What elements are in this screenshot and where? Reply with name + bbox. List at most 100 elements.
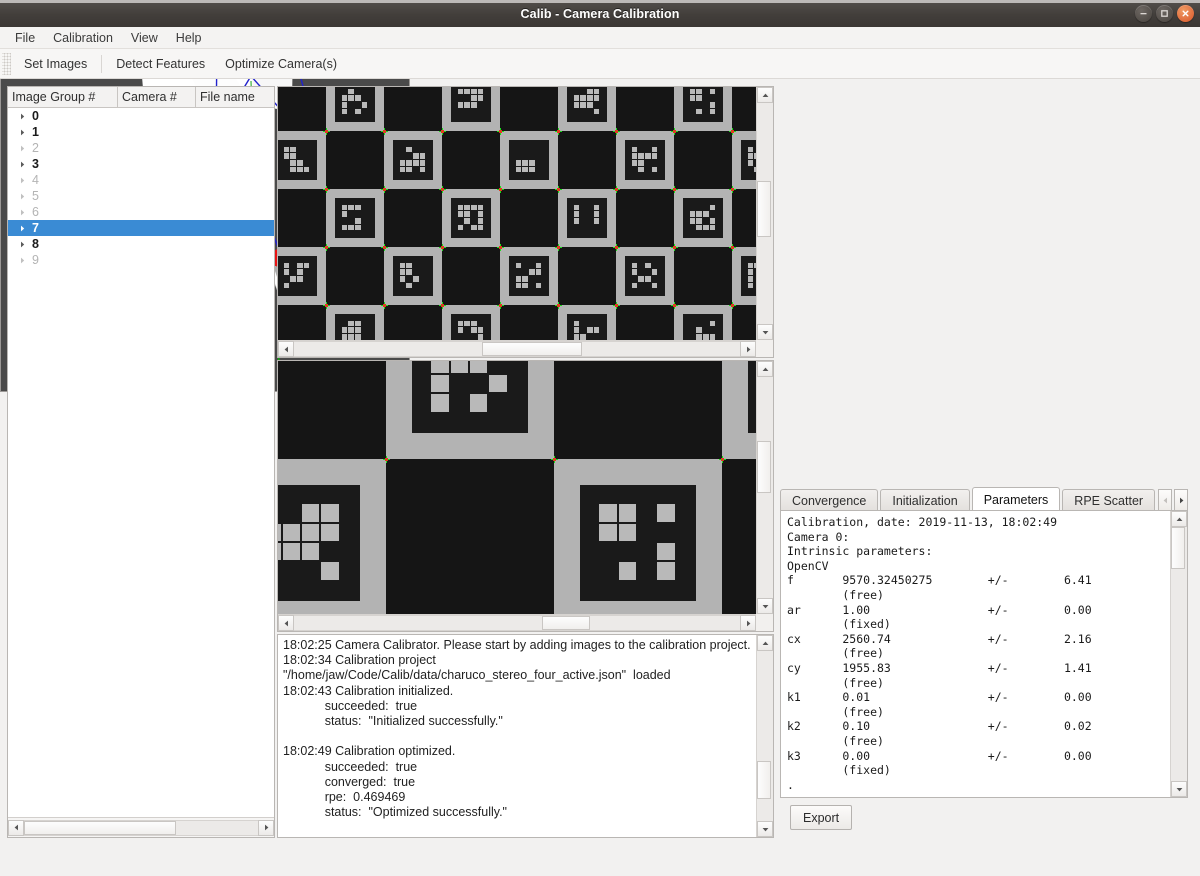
menu-bar: File Calibration View Help bbox=[0, 27, 1200, 49]
scroll-thumb[interactable] bbox=[482, 342, 582, 356]
zoom-vertical-scrollbar[interactable] bbox=[756, 361, 773, 614]
tab-scroll-right-icon[interactable] bbox=[1174, 489, 1188, 511]
menu-calibration[interactable]: Calibration bbox=[44, 29, 122, 47]
tree-header: Image Group # Camera # File name bbox=[8, 87, 274, 108]
expand-arrow-icon[interactable] bbox=[19, 225, 32, 232]
close-icon[interactable] bbox=[1177, 5, 1194, 22]
overview-vertical-scrollbar[interactable] bbox=[756, 87, 773, 340]
expand-arrow-icon[interactable] bbox=[19, 209, 32, 216]
tab-rpe-scatter[interactable]: RPE Scatter bbox=[1062, 489, 1155, 511]
maximize-icon[interactable] bbox=[1156, 5, 1173, 22]
image-view-zoom[interactable] bbox=[277, 360, 774, 632]
tab-parameters[interactable]: Parameters bbox=[972, 487, 1061, 511]
expand-arrow-icon[interactable] bbox=[19, 145, 32, 152]
menu-view[interactable]: View bbox=[122, 29, 167, 47]
expand-arrow-icon[interactable] bbox=[19, 193, 32, 200]
tree-row-7[interactable]: 7 bbox=[8, 220, 274, 236]
scroll-up-icon[interactable] bbox=[757, 87, 773, 103]
tab-scroll-left-icon[interactable] bbox=[1158, 489, 1172, 511]
scroll-thumb[interactable] bbox=[757, 441, 771, 493]
tree-row-5[interactable]: 5 bbox=[8, 188, 274, 204]
scroll-track[interactable] bbox=[757, 103, 773, 324]
log-panel[interactable]: 18:02:25 Camera Calibrator. Please start… bbox=[277, 634, 774, 838]
parameters-vertical-scrollbar[interactable] bbox=[1170, 511, 1187, 797]
toolbar-drag-handle[interactable] bbox=[2, 53, 11, 75]
tree-row-4[interactable]: 4 bbox=[8, 172, 274, 188]
menu-help[interactable]: Help bbox=[167, 29, 211, 47]
tree-row-label: 7 bbox=[32, 221, 39, 235]
tab-initialization[interactable]: Initialization bbox=[880, 489, 969, 511]
tree-row-6[interactable]: 6 bbox=[8, 204, 274, 220]
charuco-board-zoom-canvas[interactable] bbox=[278, 361, 756, 614]
scroll-right-icon[interactable] bbox=[258, 820, 274, 836]
scroll-thumb[interactable] bbox=[757, 761, 771, 799]
tree-row-label: 5 bbox=[32, 189, 39, 203]
expand-arrow-icon[interactable] bbox=[19, 129, 32, 136]
expand-arrow-icon[interactable] bbox=[19, 161, 32, 168]
log-text: 18:02:25 Camera Calibrator. Please start… bbox=[278, 635, 756, 837]
scroll-left-icon[interactable] bbox=[8, 820, 24, 836]
zoom-horizontal-scrollbar[interactable] bbox=[278, 614, 756, 631]
tree-row-9[interactable]: 9 bbox=[8, 252, 274, 268]
charuco-board-overview-canvas[interactable] bbox=[278, 87, 756, 340]
scroll-left-icon[interactable] bbox=[278, 615, 294, 631]
scroll-thumb[interactable] bbox=[1171, 527, 1185, 569]
scroll-track[interactable] bbox=[1171, 527, 1187, 781]
image-group-tree-panel: Image Group # Camera # File name 012 3456… bbox=[7, 86, 275, 838]
scroll-track[interactable] bbox=[294, 341, 740, 357]
expand-arrow-icon[interactable] bbox=[19, 257, 32, 264]
log-vertical-scrollbar[interactable] bbox=[756, 635, 773, 837]
title-bar: Calib - Camera Calibration bbox=[0, 0, 1200, 28]
scroll-track[interactable] bbox=[294, 615, 740, 631]
3d-view-top-edge bbox=[0, 0, 1200, 3]
image-view-overview[interactable] bbox=[277, 86, 774, 358]
tree-row-label: 8 bbox=[32, 237, 39, 251]
scroll-down-icon[interactable] bbox=[757, 598, 773, 614]
tree-row-label: 9 bbox=[32, 253, 39, 267]
scroll-track[interactable] bbox=[757, 377, 773, 598]
tree-row-label: 3 bbox=[32, 157, 39, 171]
scroll-track[interactable] bbox=[24, 820, 258, 836]
export-button[interactable]: Export bbox=[790, 805, 852, 830]
scroll-thumb[interactable] bbox=[542, 616, 590, 630]
scroll-thumb[interactable] bbox=[757, 181, 771, 237]
scroll-down-icon[interactable] bbox=[757, 821, 773, 837]
application-window: Calib - Camera Calibration File Calibrat… bbox=[0, 0, 1200, 876]
scroll-up-icon[interactable] bbox=[757, 361, 773, 377]
scroll-down-icon[interactable] bbox=[1171, 781, 1187, 797]
scroll-right-icon[interactable] bbox=[740, 341, 756, 357]
tree-row-2[interactable]: 2 bbox=[8, 140, 274, 156]
scroll-thumb[interactable] bbox=[24, 821, 176, 835]
tree-column-camera[interactable]: Camera # bbox=[118, 87, 196, 107]
scroll-left-icon[interactable] bbox=[278, 341, 294, 357]
set-images-button[interactable]: Set Images bbox=[14, 54, 97, 74]
tree-column-file-name[interactable]: File name bbox=[196, 87, 274, 107]
tree-row-label: 0 bbox=[32, 109, 39, 123]
scroll-down-icon[interactable] bbox=[757, 324, 773, 340]
tree-column-image-group[interactable]: Image Group # bbox=[8, 87, 118, 107]
parameters-panel[interactable]: Calibration, date: 2019-11-13, 18:02:49 … bbox=[780, 510, 1188, 798]
tree-row-1[interactable]: 1 bbox=[8, 124, 274, 140]
overview-horizontal-scrollbar[interactable] bbox=[278, 340, 756, 357]
tree-row-0[interactable]: 0 bbox=[8, 108, 274, 124]
expand-arrow-icon[interactable] bbox=[19, 113, 32, 120]
optimize-cameras-button[interactable]: Optimize Camera(s) bbox=[215, 54, 347, 74]
tab-scroll-buttons bbox=[1158, 489, 1188, 511]
detect-features-button[interactable]: Detect Features bbox=[106, 54, 215, 74]
expand-arrow-icon[interactable] bbox=[19, 177, 32, 184]
scroll-up-icon[interactable] bbox=[757, 635, 773, 651]
window-controls bbox=[1135, 5, 1194, 22]
tree-row-3[interactable]: 3 bbox=[8, 156, 274, 172]
tree-body[interactable]: 012 34567 8 9 bbox=[8, 108, 274, 816]
parameters-text: Calibration, date: 2019-11-13, 18:02:49 … bbox=[781, 511, 1170, 797]
scroll-right-icon[interactable] bbox=[740, 615, 756, 631]
expand-arrow-icon[interactable] bbox=[19, 241, 32, 248]
tree-horizontal-scrollbar[interactable] bbox=[8, 817, 274, 837]
scroll-up-icon[interactable] bbox=[1171, 511, 1187, 527]
scroll-track[interactable] bbox=[757, 651, 773, 821]
menu-file[interactable]: File bbox=[6, 29, 44, 47]
tree-row-label: 2 bbox=[32, 141, 39, 155]
tree-row-8[interactable]: 8 bbox=[8, 236, 274, 252]
minimize-icon[interactable] bbox=[1135, 5, 1152, 22]
tab-convergence[interactable]: Convergence bbox=[780, 489, 878, 511]
